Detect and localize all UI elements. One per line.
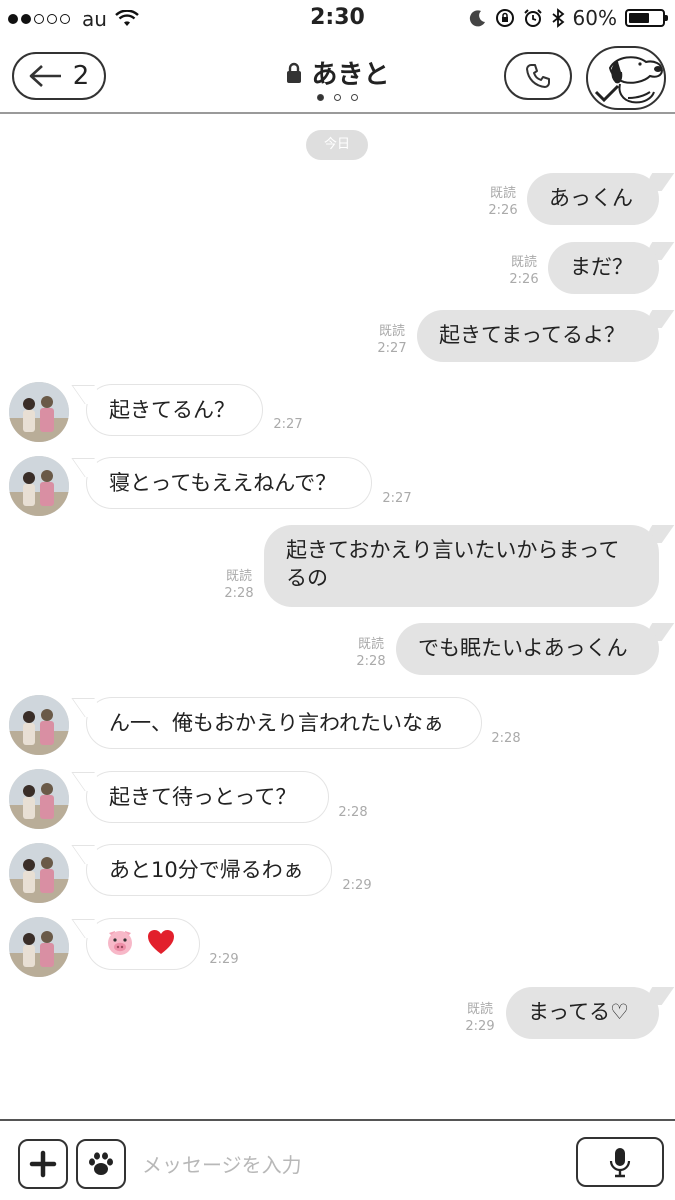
read-receipt: 既読 2:28	[222, 568, 256, 602]
message-time: 2:28	[224, 586, 254, 601]
contact-avatar[interactable]	[9, 456, 69, 516]
avatar-photo	[9, 917, 69, 977]
read-label: 既読	[489, 186, 516, 201]
message-time: 2:27	[382, 491, 412, 506]
contact-avatar[interactable]	[9, 695, 69, 755]
paw-icon	[89, 1152, 113, 1175]
message-text: まだ？	[570, 255, 633, 279]
status-bar: au 2:30 60%	[0, 0, 675, 38]
message-bubble-incoming[interactable]: 🐷❤️	[86, 918, 200, 970]
message-composer	[0, 1119, 675, 1200]
battery-percent: 60%	[572, 6, 617, 30]
message-time: 2:28	[491, 731, 521, 746]
call-button[interactable]	[504, 52, 572, 100]
read-receipt: 既読 2:26	[507, 254, 541, 288]
message-time: 2:27	[377, 341, 407, 356]
red-heart-icon	[147, 930, 174, 954]
avatar-photo	[9, 769, 69, 829]
message-text: ん一、俺もおかえり言われたいなぁ	[109, 711, 444, 735]
plus-icon	[29, 1150, 57, 1178]
message-bubble-incoming[interactable]: ん一、俺もおかえり言われたいなぁ	[86, 697, 482, 749]
message-text: 起きて待っとって？	[109, 785, 297, 809]
microphone-icon	[609, 1148, 631, 1178]
pig-face-icon	[108, 931, 132, 955]
contact-name: あきと	[311, 60, 390, 90]
page-dot	[351, 94, 358, 101]
sticker-button[interactable]	[76, 1139, 126, 1189]
rotation-lock-icon	[495, 9, 514, 27]
avatar-photo	[9, 843, 69, 903]
contact-avatar[interactable]	[9, 917, 69, 977]
read-label: 既読	[466, 1002, 493, 1017]
read-receipt: 既読 2:26	[486, 185, 520, 219]
add-attachment-button[interactable]	[18, 1139, 68, 1189]
read-receipt: 既読 2:28	[354, 636, 388, 670]
message-text: あっくん	[549, 186, 633, 210]
avatar-photo	[9, 382, 69, 442]
read-label: 既読	[378, 324, 405, 339]
message-bubble-outgoing[interactable]: でも眠たいよあっくん	[396, 623, 659, 675]
message-bubble-outgoing[interactable]: 起きてまってるよ？	[417, 310, 659, 362]
message-text: 起きておかえり言いたいからまってるの	[286, 538, 620, 590]
read-label: 既読	[225, 569, 252, 584]
phone-icon	[526, 64, 550, 88]
page-dot	[334, 94, 341, 101]
message-time: 2:29	[209, 952, 239, 967]
message-time: 2:29	[465, 1019, 495, 1034]
message-time: 2:26	[509, 272, 539, 287]
avatar-photo	[9, 456, 69, 516]
chat-header: 2 あきと	[0, 38, 675, 114]
chat-background-thumbnail[interactable]	[586, 46, 666, 110]
message-bubble-outgoing[interactable]: まだ？	[548, 242, 659, 294]
voice-message-button[interactable]	[576, 1137, 664, 1187]
message-text: 🐷❤️	[87, 919, 90, 947]
contact-avatar[interactable]	[9, 843, 69, 903]
message-time: 2:26	[488, 203, 518, 218]
message-time: 2:28	[338, 805, 368, 820]
message-bubble-outgoing[interactable]: まってる♡	[506, 987, 659, 1039]
contact-avatar[interactable]	[9, 769, 69, 829]
contact-avatar[interactable]	[9, 382, 69, 442]
message-bubble-outgoing[interactable]: あっくん	[527, 173, 659, 225]
message-text: 起きてるん？	[109, 398, 235, 422]
chat-title: あきと	[0, 54, 675, 91]
chat-area[interactable]: 今日 既読 2:26 あっくん 既読 2:26 まだ？ 既読 2:27 起きてま…	[0, 114, 675, 1119]
read-receipt: 既読 2:29	[463, 1001, 497, 1035]
message-bubble-outgoing[interactable]: 起きておかえり言いたいからまってるの	[264, 525, 659, 607]
message-bubble-incoming[interactable]: 起きて待っとって？	[86, 771, 329, 823]
message-input[interactable]	[140, 1147, 564, 1183]
message-time: 2:27	[273, 417, 303, 432]
message-time: 2:28	[356, 654, 386, 669]
avatar-photo	[9, 695, 69, 755]
alarm-icon	[523, 9, 542, 27]
snoopy-icon	[594, 56, 664, 104]
message-text: でも眠たいよあっくん	[418, 636, 628, 660]
message-text: まってる♡	[528, 1000, 629, 1024]
moon-icon	[469, 10, 485, 27]
message-text: あと10分で帰るわぁ	[109, 858, 304, 882]
message-bubble-incoming[interactable]: あと10分で帰るわぁ	[86, 844, 332, 896]
lock-icon	[287, 62, 302, 83]
read-label: 既読	[357, 637, 384, 652]
read-label: 既読	[510, 255, 537, 270]
bluetooth-icon	[551, 8, 564, 28]
message-time: 2:29	[342, 878, 372, 893]
page-dot	[317, 94, 324, 101]
date-separator: 今日	[306, 130, 368, 160]
battery-icon	[625, 9, 668, 27]
message-bubble-incoming[interactable]: 寝とってもええねんで？	[86, 457, 372, 509]
page-indicator	[0, 94, 675, 101]
read-receipt: 既読 2:27	[375, 323, 409, 357]
message-text: 起きてまってるよ？	[439, 323, 626, 347]
message-text: 寝とってもええねんで？	[109, 471, 337, 495]
message-bubble-incoming[interactable]: 起きてるん？	[86, 384, 263, 436]
